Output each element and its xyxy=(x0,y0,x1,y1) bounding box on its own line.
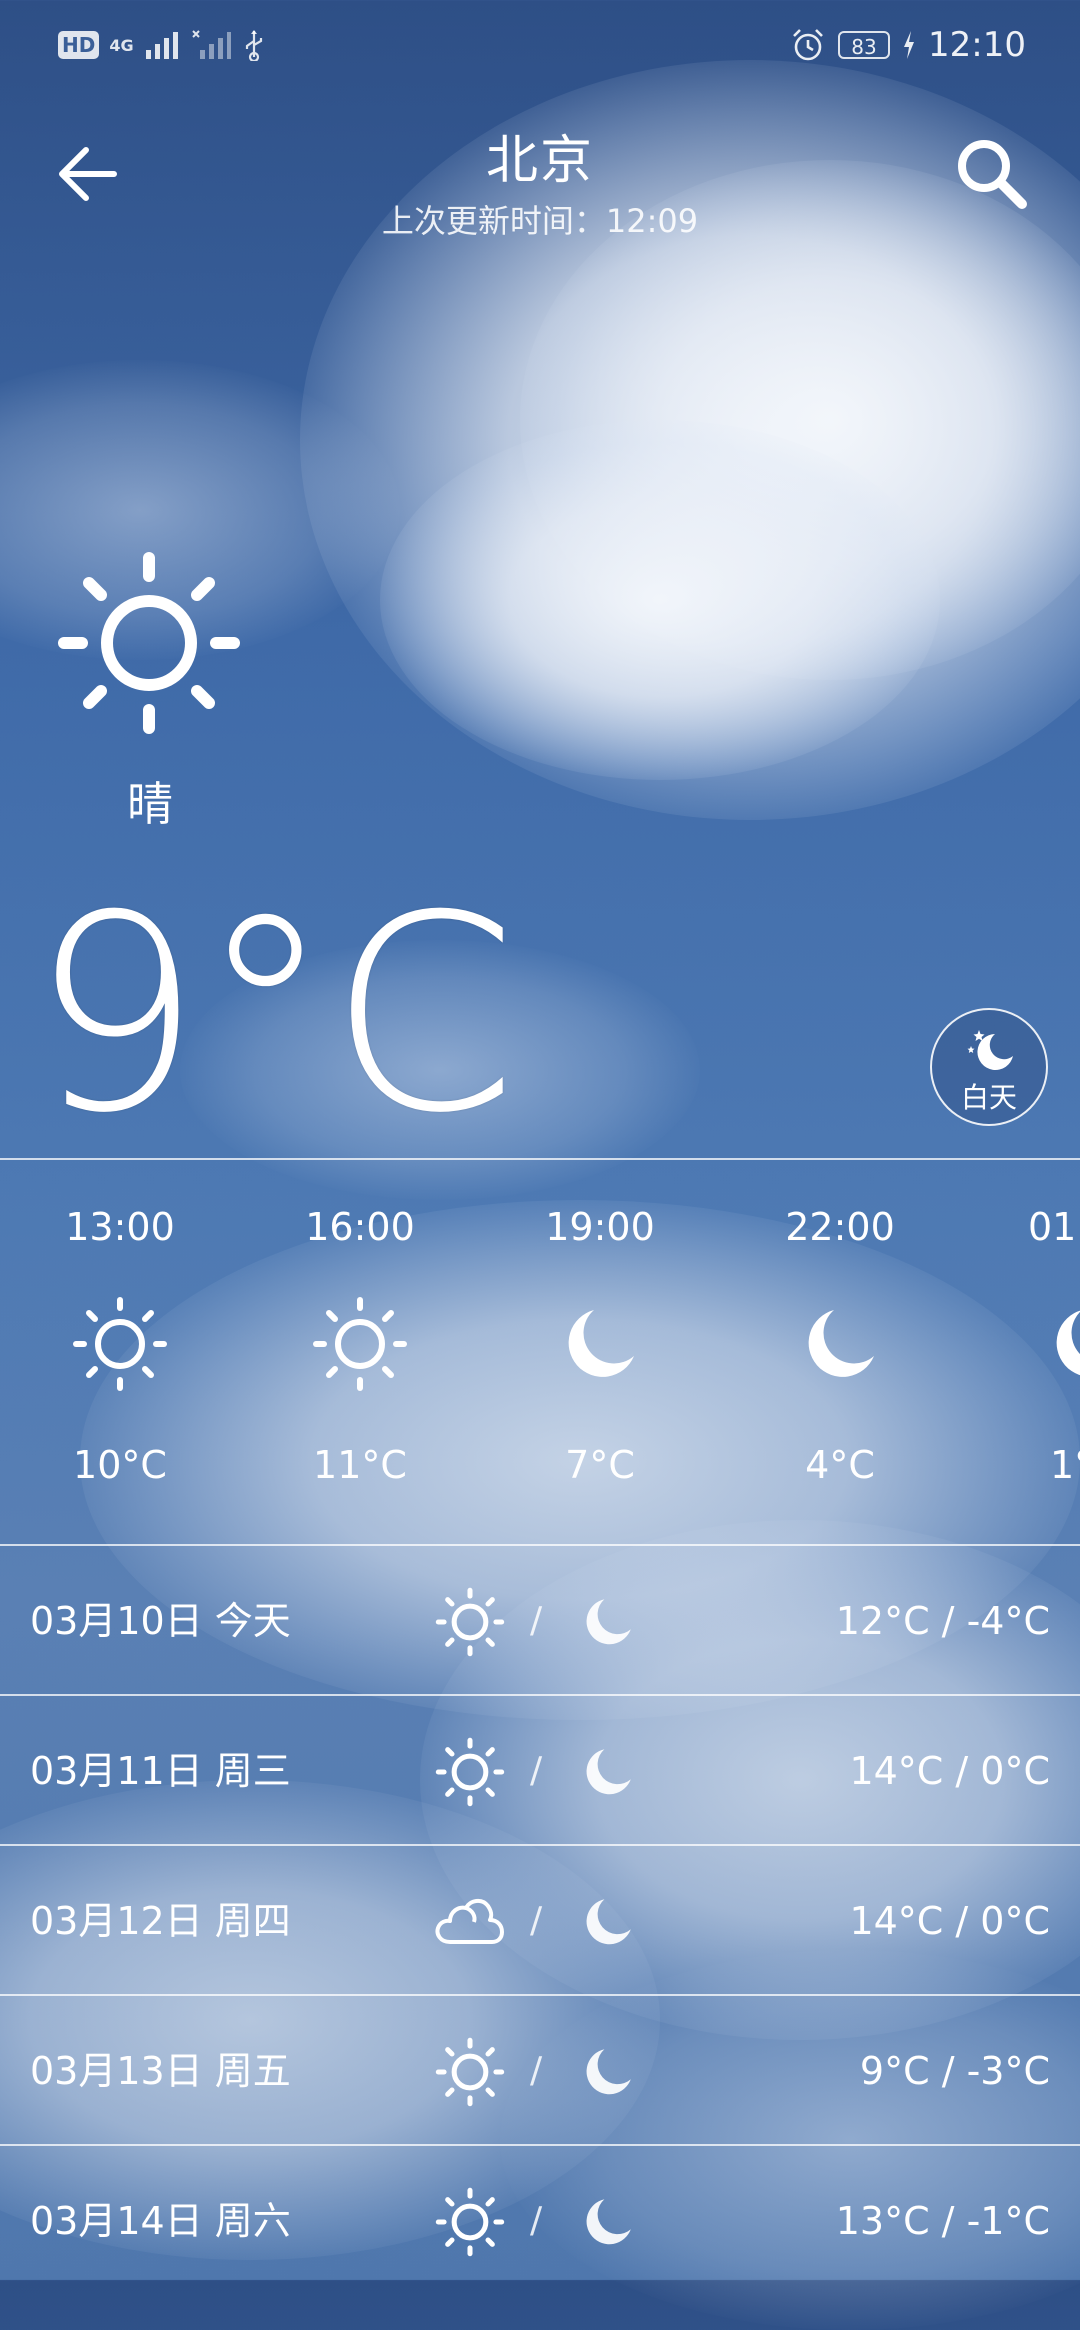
sun-icon xyxy=(434,2186,506,2258)
hour-time: 13:00 xyxy=(65,1205,175,1249)
moon-icon xyxy=(1038,1294,1080,1394)
city-name: 北京 xyxy=(485,131,594,191)
day-date: 03月14日 周六 xyxy=(30,2199,291,2243)
search-icon xyxy=(958,140,1027,209)
day-separator: / xyxy=(530,2050,543,2091)
sun-icon xyxy=(434,1736,506,1808)
moon-icon xyxy=(578,2040,638,2104)
day-date: 03月12日 周四 xyxy=(30,1899,291,1943)
day-temp-range: 13°C / -1°C xyxy=(835,2199,1050,2243)
signal-no-service-icon xyxy=(191,30,231,59)
hour-time: 19:00 xyxy=(545,1205,655,1249)
moon-icon xyxy=(790,1294,890,1394)
day-separator: / xyxy=(530,1600,543,1641)
daily-row[interactable]: 03月12日 周四 / 14°C / 0°C xyxy=(0,1846,1080,1996)
day-temp-range: 14°C / 0°C xyxy=(849,1899,1050,1943)
status-bar: HD 4G 83 12:10 xyxy=(0,0,1080,90)
day-temp-range: 9°C / -3°C xyxy=(859,2049,1050,2093)
hd-badge: HD xyxy=(58,31,100,59)
hourly-item: 01:00 1°C xyxy=(980,1200,1080,1490)
signal-icon xyxy=(145,32,178,59)
daily-row[interactable]: 03月10日 今天 / 12°C / -4°C xyxy=(0,1546,1080,1696)
day-separator: / xyxy=(530,1750,543,1791)
hour-temp: 1°C xyxy=(1050,1443,1080,1487)
day-temp-range: 12°C / -4°C xyxy=(835,1599,1050,1643)
current-condition: 晴 xyxy=(127,777,173,831)
day-night-toggle[interactable]: 白天 xyxy=(930,1008,1048,1126)
divider-top xyxy=(0,1158,1080,1160)
moon-stars-icon xyxy=(967,1030,1013,1070)
day-temp-range: 14°C / 0°C xyxy=(849,1749,1050,1793)
hourly-item: 16:00 11°C xyxy=(260,1200,460,1490)
sun-icon xyxy=(310,1294,410,1394)
hour-temp: 10°C xyxy=(73,1443,167,1487)
day-separator: / xyxy=(530,2200,543,2241)
hour-temp: 4°C xyxy=(805,1443,875,1487)
hourly-item: 22:00 4°C xyxy=(740,1200,940,1490)
usb-icon xyxy=(245,30,262,61)
last-updated: 上次更新时间：12:09 xyxy=(381,202,699,240)
sun-icon xyxy=(70,1294,170,1394)
day-separator: / xyxy=(530,1900,543,1941)
moon-icon xyxy=(550,1294,650,1394)
day-night-label: 白天 xyxy=(960,1081,1017,1114)
moon-icon xyxy=(578,2190,638,2254)
moon-icon xyxy=(578,1890,638,1954)
status-time: 12:10 xyxy=(928,25,1026,65)
hour-time: 16:00 xyxy=(305,1205,415,1249)
day-date: 03月10日 今天 xyxy=(30,1599,291,1643)
hour-temp: 7°C xyxy=(565,1443,635,1487)
hourly-item: 13:00 10°C xyxy=(20,1200,220,1490)
day-date: 03月11日 周三 xyxy=(30,1749,291,1793)
search-button[interactable] xyxy=(950,132,1032,214)
charging-icon xyxy=(904,31,915,59)
battery-level: 83 xyxy=(838,31,891,59)
moon-icon xyxy=(578,1740,638,1804)
current-sun-icon xyxy=(56,550,242,736)
current-temperature: 9°C xyxy=(30,857,517,1172)
cloud-icon xyxy=(432,1890,506,1952)
hour-time: 01:00 xyxy=(1028,1205,1080,1249)
hour-time: 22:00 xyxy=(785,1205,895,1249)
hourly-item-clip: 01:00 1°C xyxy=(980,1190,1080,1530)
network-type: 4G xyxy=(109,35,134,55)
hour-temp: 11°C xyxy=(313,1443,407,1487)
alarm-icon xyxy=(793,29,823,61)
day-date: 03月13日 周五 xyxy=(30,2049,291,2093)
moon-icon xyxy=(578,1590,638,1654)
sun-icon xyxy=(434,1586,506,1658)
daily-row[interactable]: 03月13日 周五 / 9°C / -3°C xyxy=(0,1996,1080,2146)
daily-row[interactable]: 03月14日 周六 / 13°C / -1°C xyxy=(0,2146,1080,2280)
hourly-item: 19:00 7°C xyxy=(500,1200,700,1490)
sun-icon xyxy=(434,2036,506,2108)
daily-row[interactable]: 03月11日 周三 / 14°C / 0°C xyxy=(0,1696,1080,1846)
